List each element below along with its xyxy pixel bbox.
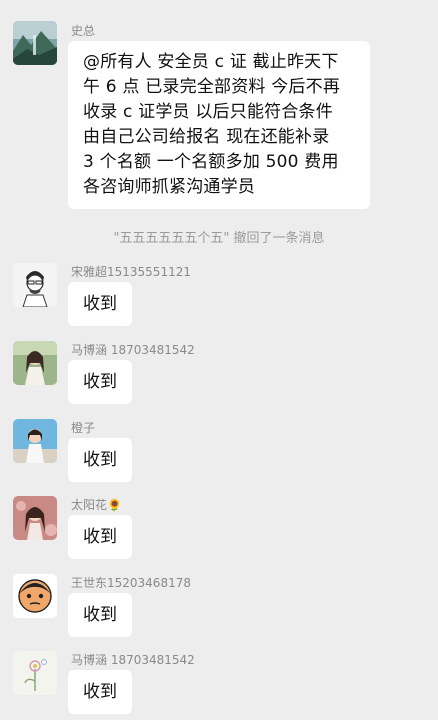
message-bubble[interactable]: 收到 <box>68 282 132 326</box>
flower-sketch-avatar-icon[interactable] <box>13 651 57 695</box>
chat-message: 太阳花🌻 收到 <box>0 493 438 563</box>
sender-name: 太阳花🌻 <box>71 498 122 512</box>
sender-name: 史总 <box>71 24 96 38</box>
chat-message: 橙子 收到 <box>0 416 438 486</box>
chat-message: 马博涵 18703481542 收到 <box>0 648 438 718</box>
message-bubble[interactable]: 收到 <box>68 515 132 559</box>
sender-name: 王世东15203468178 <box>71 576 191 590</box>
girl-flowers-avatar-icon[interactable] <box>13 496 57 540</box>
message-bubble[interactable]: 收到 <box>68 360 132 404</box>
sketch-man-avatar-icon[interactable] <box>13 263 57 307</box>
message-line: 各咨询师抓紧沟通学员 <box>83 177 255 197</box>
message-line: 由自己公司给报名 现在还能补录 <box>83 127 330 147</box>
message-bubble[interactable]: 收到 <box>68 438 132 482</box>
girl-sky-avatar-icon[interactable] <box>13 419 57 463</box>
message-line: @所有人 安全员 c 证 截止昨天下 <box>83 52 339 72</box>
message-line: 3 个名额 一个名额多加 500 费用 <box>83 152 339 172</box>
chat-message: 史总 @所有人 安全员 c 证 截止昨天下 午 6 点 已录完全部资料 今后不再… <box>0 0 438 215</box>
chat-message: 宋雅超15135551121 收到 <box>0 260 438 330</box>
sender-name: 马博涵 18703481542 <box>71 343 195 357</box>
message-line: 午 6 点 已录完全部资料 今后不再 <box>83 77 341 97</box>
message-bubble[interactable]: 收到 <box>68 670 132 714</box>
recall-notice: "五五五五五五个五" 撤回了一条消息 <box>113 231 325 246</box>
chat-message: 王世东15203468178 收到 <box>0 571 438 641</box>
message-line: 收录 c 证学员 以后只能符合条件 <box>83 102 333 122</box>
chat-message: 马博涵 18703481542 收到 <box>0 338 438 408</box>
sender-name: 宋雅超15135551121 <box>71 265 191 279</box>
sender-name: 马博涵 18703481542 <box>71 653 195 667</box>
sunflower-emoji: 🌻 <box>107 498 122 512</box>
message-bubble[interactable]: @所有人 安全员 c 证 截止昨天下 午 6 点 已录完全部资料 今后不再 收录… <box>68 41 370 209</box>
landscape-avatar-icon[interactable] <box>13 21 57 65</box>
cartoon-face-avatar-icon[interactable] <box>13 574 57 618</box>
message-bubble[interactable]: 收到 <box>68 593 132 637</box>
sender-name: 橙子 <box>71 421 96 435</box>
sender-name-text: 太阳花 <box>71 498 108 512</box>
girl-outdoor-avatar-icon[interactable] <box>13 341 57 385</box>
